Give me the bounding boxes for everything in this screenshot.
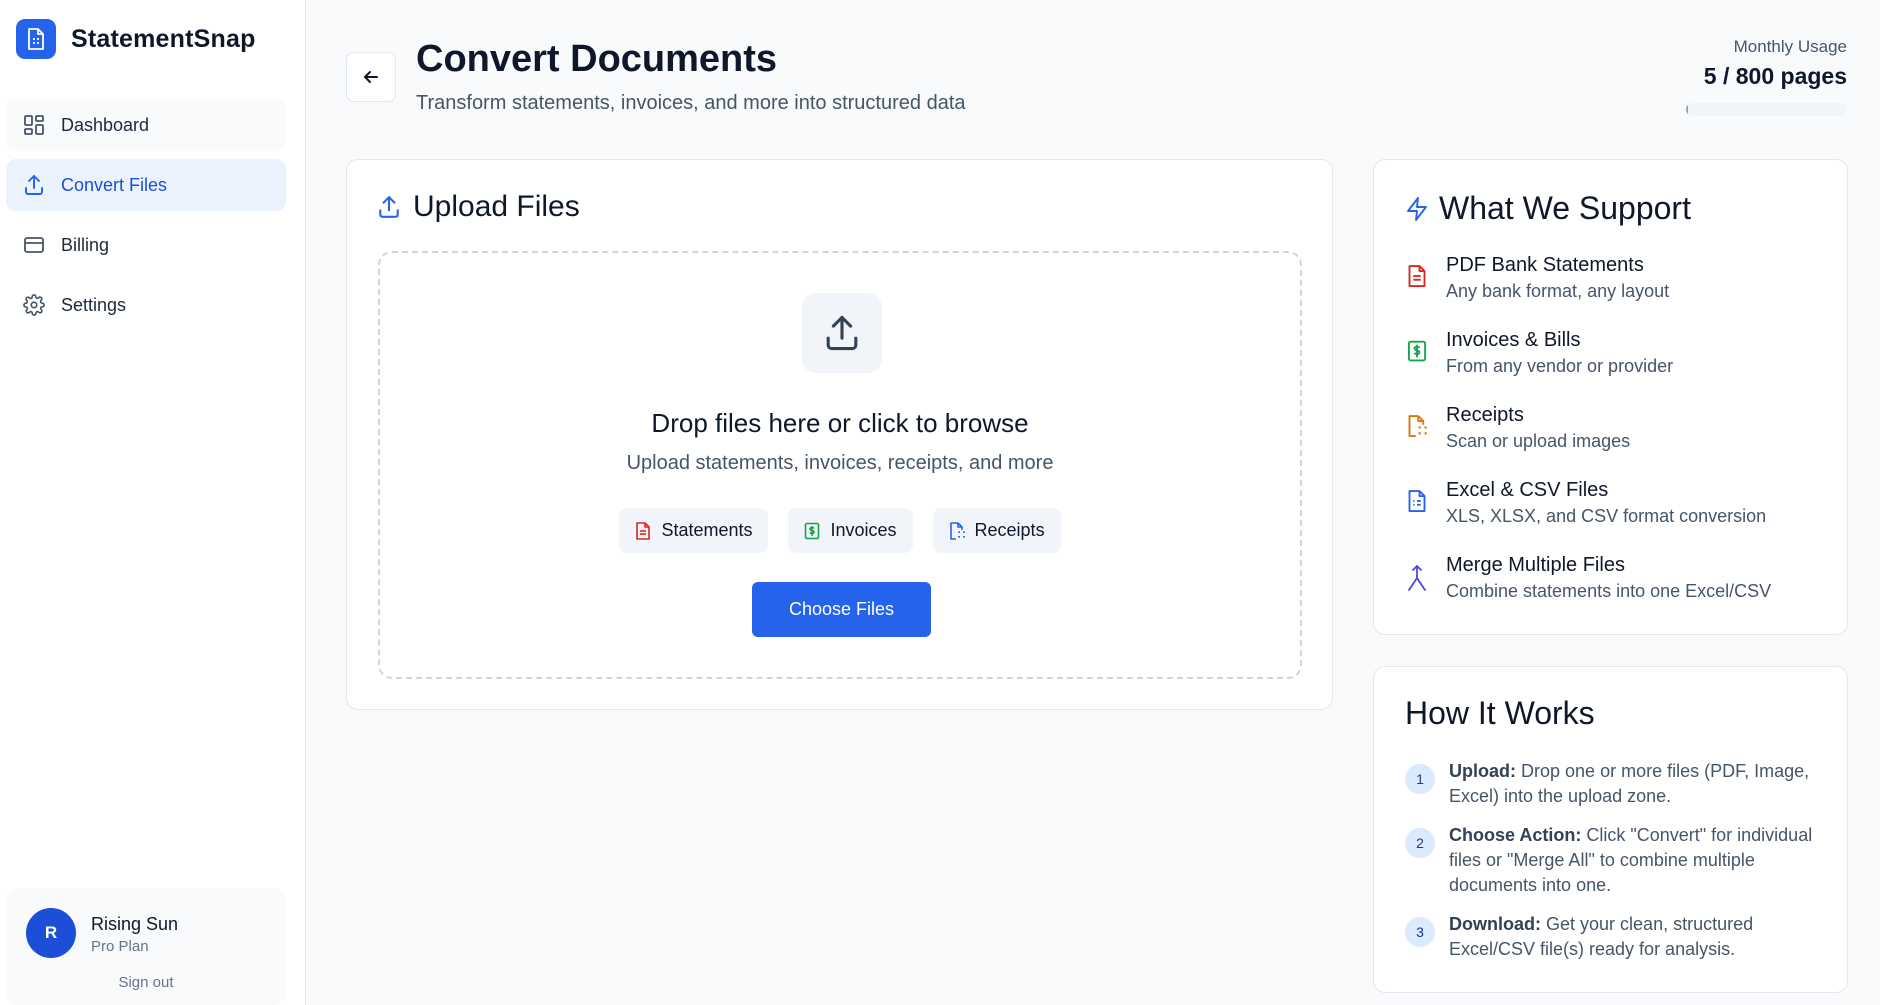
file-text-icon [1405, 254, 1429, 329]
step-item: 1 Upload: Drop one or more files (PDF, I… [1405, 759, 1825, 809]
receipt-scan-icon [949, 521, 965, 540]
support-item-name: Invoices & Bills [1446, 329, 1581, 351]
dropzone-title: Drop files here or click to browse [651, 408, 1029, 438]
usage-progress-fill [1686, 103, 1688, 116]
upload-icon [377, 195, 401, 219]
sidebar-item-label: Settings [61, 294, 127, 315]
dropzone[interactable]: Drop files here or click to browse Uploa… [378, 251, 1302, 679]
chip-receipts: Receipts [932, 508, 1061, 553]
sidebar-item-dashboard[interactable]: Dashboard [6, 99, 286, 151]
sidebar-item-convert-files[interactable]: Convert Files [6, 159, 286, 211]
support-item-invoices: Invoices & Bills From any vendor or prov… [1405, 329, 1835, 404]
chip-label: Statements [661, 520, 753, 540]
user-name: Rising Sun [91, 914, 179, 934]
user-plan: Pro Plan [91, 938, 149, 955]
support-item-name: Excel & CSV Files [1446, 479, 1609, 501]
step-item: 3 Download: Get your clean, structured E… [1405, 912, 1825, 962]
upload-icon [802, 293, 882, 373]
step-number: 1 [1405, 764, 1435, 794]
support-item-merge: Merge Multiple Files Combine statements … [1405, 554, 1835, 629]
sidebar-item-billing[interactable]: Billing [6, 219, 286, 271]
how-title: How It Works [1405, 695, 1595, 731]
arrow-left-icon [362, 68, 380, 86]
sidebar-nav: Dashboard Convert Files Billing Settings [6, 99, 286, 339]
usage-value: 5 / 800 pages [1703, 63, 1847, 89]
upload-title: Upload Files [413, 190, 580, 223]
step-number: 2 [1405, 828, 1435, 858]
monthly-usage: Monthly Usage 5 / 800 pages [1704, 37, 1847, 90]
step-text: Choose Action: Click "Convert" for indiv… [1449, 823, 1825, 898]
chip-statements: Statements [619, 508, 769, 553]
upload-icon [21, 172, 47, 198]
chip-invoices: Invoices [788, 508, 913, 553]
support-item-desc: From any vendor or provider [1446, 356, 1674, 376]
app-name: StatementSnap [71, 24, 256, 53]
how-it-works-card: How It Works 1 Upload: Drop one or more … [1373, 666, 1848, 993]
support-item-name: Receipts [1446, 404, 1524, 426]
step-label: Upload: [1449, 761, 1516, 781]
sidebar-item-settings[interactable]: Settings [6, 279, 286, 331]
sidebar-item-label: Convert Files [61, 174, 168, 195]
credit-card-icon [21, 232, 47, 258]
support-item-name: Merge Multiple Files [1446, 554, 1625, 576]
file-text-icon [635, 521, 651, 540]
chip-label: Invoices [830, 520, 897, 540]
step-label: Download: [1449, 914, 1541, 934]
merge-icon [1405, 554, 1429, 629]
sidebar: StatementSnap Dashboard Convert Files Bi… [0, 0, 306, 1005]
user-card: R Rising Sun Pro Plan Sign out [6, 888, 286, 1005]
brand[interactable]: StatementSnap [16, 19, 256, 59]
page-title: Convert Documents [416, 38, 778, 80]
step-text: Upload: Drop one or more files (PDF, Ima… [1449, 759, 1825, 809]
app-logo-icon [16, 19, 56, 59]
dollar-file-icon [804, 522, 820, 540]
sidebar-item-label: Billing [61, 234, 110, 255]
gear-icon [21, 292, 47, 318]
step-number: 3 [1405, 917, 1435, 947]
support-item-desc: Any bank format, any layout [1446, 281, 1670, 301]
dollar-file-icon [1405, 329, 1429, 404]
support-card: What We Support PDF Bank Statements Any … [1373, 159, 1848, 635]
lightning-icon [1405, 196, 1429, 222]
file-type-chips: Statements Invoices Receipts [380, 508, 1300, 553]
upload-card: Upload Files Drop files here or click to… [346, 159, 1333, 710]
choose-files-button[interactable]: Choose Files [752, 582, 931, 637]
step-item: 2 Choose Action: Click "Convert" for ind… [1405, 823, 1825, 898]
dashboard-grid-icon [21, 112, 47, 138]
steps-list: 1 Upload: Drop one or more files (PDF, I… [1405, 759, 1825, 976]
dropzone-subtitle: Upload statements, invoices, receipts, a… [626, 452, 1054, 474]
support-list: PDF Bank Statements Any bank format, any… [1405, 254, 1835, 629]
support-item-desc: Scan or upload images [1446, 431, 1631, 451]
step-text: Download: Get your clean, structured Exc… [1449, 912, 1825, 962]
usage-label: Monthly Usage [1733, 37, 1847, 56]
sign-out-link[interactable]: Sign out [6, 974, 286, 991]
page-subtitle: Transform statements, invoices, and more… [416, 92, 966, 114]
avatar[interactable]: R [26, 908, 76, 958]
upload-header: Upload Files [377, 190, 580, 224]
spreadsheet-icon [1405, 479, 1429, 554]
support-item-pdf: PDF Bank Statements Any bank format, any… [1405, 254, 1835, 329]
support-item-receipts: Receipts Scan or upload images [1405, 404, 1835, 479]
back-button[interactable] [346, 52, 396, 102]
chip-label: Receipts [974, 520, 1045, 540]
support-header: What We Support [1405, 190, 1691, 227]
support-item-desc: XLS, XLSX, and CSV format conversion [1446, 506, 1767, 526]
receipt-scan-icon [1405, 404, 1429, 479]
step-label: Choose Action: [1449, 825, 1582, 845]
sidebar-item-label: Dashboard [61, 114, 150, 135]
support-item-name: PDF Bank Statements [1446, 254, 1644, 276]
usage-progress-bar [1686, 103, 1847, 116]
support-item-excel: Excel & CSV Files XLS, XLSX, and CSV for… [1405, 479, 1835, 554]
support-item-desc: Combine statements into one Excel/CSV [1446, 581, 1772, 601]
support-title: What We Support [1439, 190, 1691, 226]
